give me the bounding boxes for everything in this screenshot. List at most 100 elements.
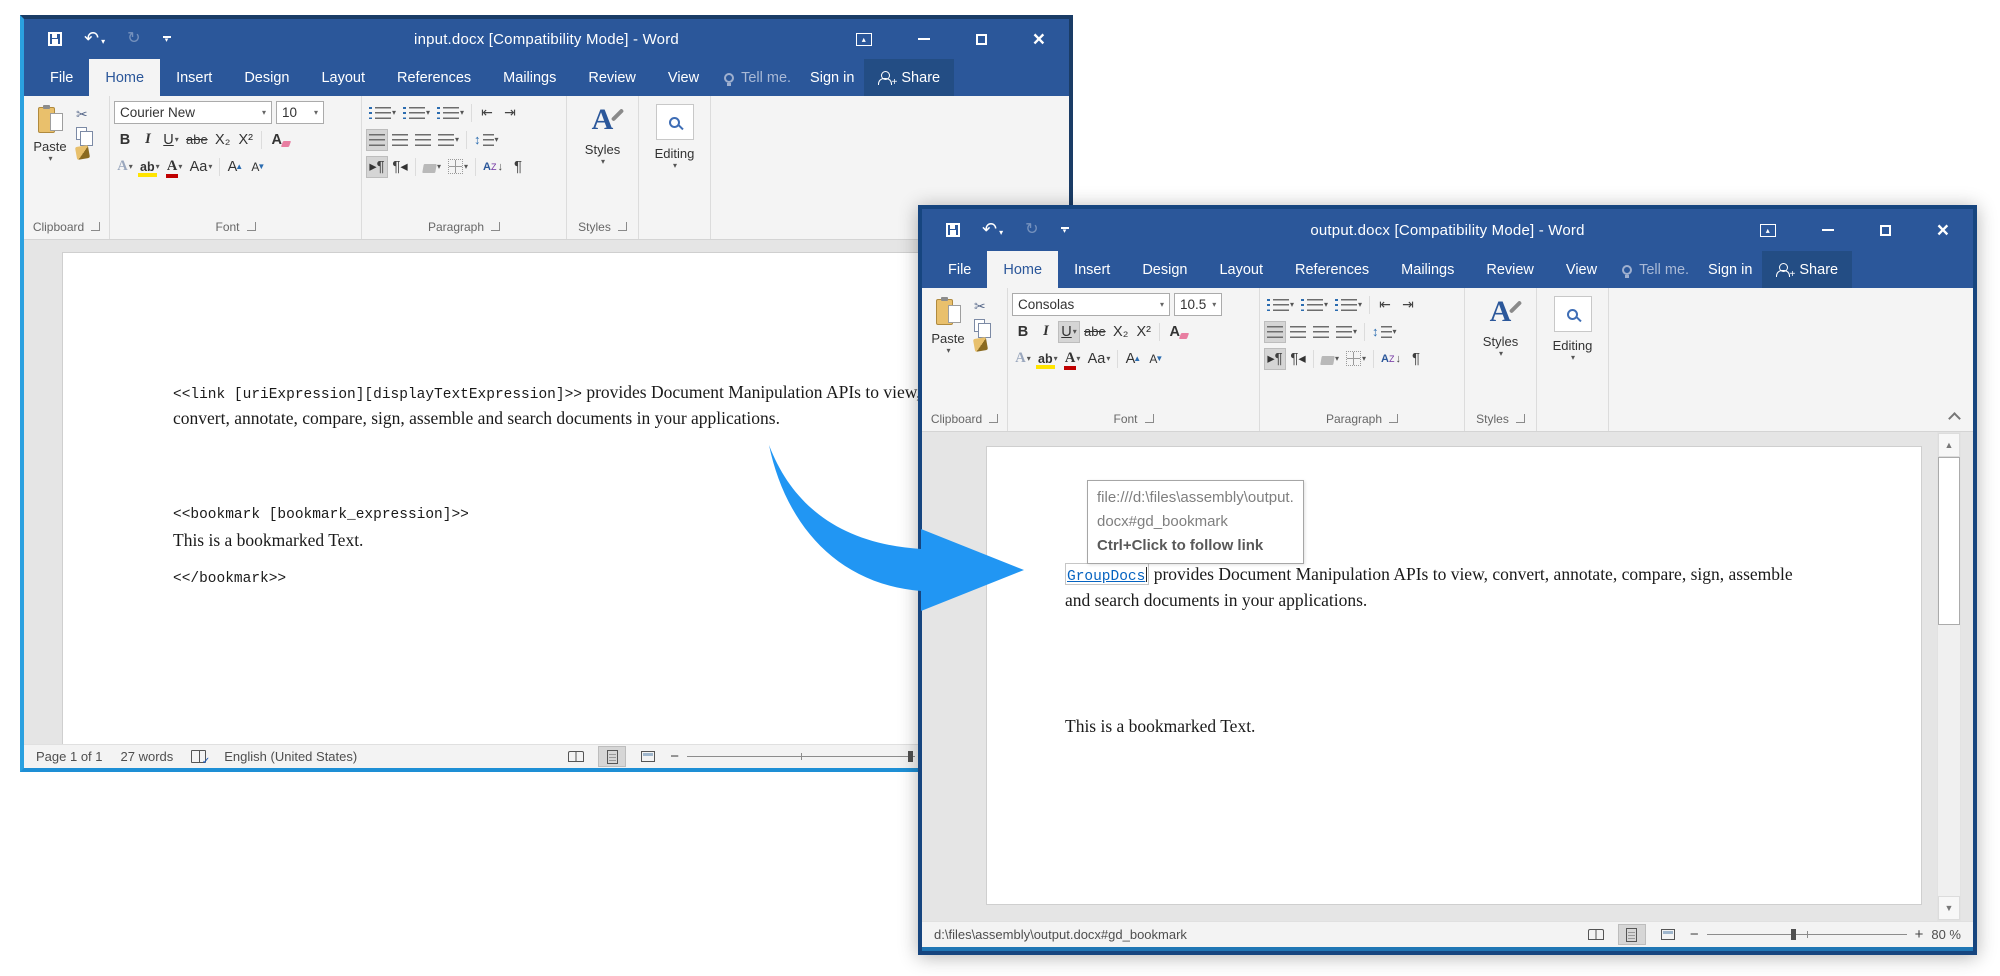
tab-mailings[interactable]: Mailings xyxy=(1385,251,1470,288)
tell-me-box[interactable]: Tell me. xyxy=(715,59,800,96)
undo-dropdown-icon[interactable]: ▾ xyxy=(101,37,105,46)
tab-insert[interactable]: Insert xyxy=(160,59,228,96)
styles-dialog-launcher[interactable] xyxy=(1516,414,1525,423)
document-page[interactable]: file:///d:\files\assembly\output. docx#g… xyxy=(986,446,1922,905)
undo-button[interactable]: ↶▾ xyxy=(84,29,105,49)
clipboard-dialog-launcher[interactable] xyxy=(91,222,100,231)
text-effects-button[interactable]: A▾ xyxy=(1012,348,1034,370)
multilevel-list-button[interactable]: ▾ xyxy=(1332,294,1365,316)
tab-layout[interactable]: Layout xyxy=(305,59,381,96)
tab-design[interactable]: Design xyxy=(228,59,305,96)
shading-button[interactable]: ▾ xyxy=(1318,348,1342,370)
tab-layout[interactable]: Layout xyxy=(1203,251,1279,288)
tab-home[interactable]: Home xyxy=(987,251,1058,288)
decrease-indent-button[interactable]: ⇤ xyxy=(476,102,498,124)
rtl-direction-button[interactable]: ¶◂ xyxy=(389,156,411,178)
zoom-slider-thumb[interactable] xyxy=(1791,929,1796,940)
clipboard-dialog-launcher[interactable] xyxy=(989,414,998,423)
title-bar[interactable]: ↶▾ ↻ ▾ output.docx [Compatibility Mode] … xyxy=(922,209,1973,251)
paste-button[interactable]: Paste ▾ xyxy=(28,99,72,214)
minimize-icon[interactable] xyxy=(918,38,930,40)
ribbon-display-options-icon[interactable]: ▴ xyxy=(856,33,872,46)
justify-button[interactable]: ▾ xyxy=(1333,321,1360,343)
zoom-slider[interactable] xyxy=(687,756,915,757)
web-layout-button[interactable] xyxy=(1654,924,1682,945)
editing-button[interactable]: Editing ▾ xyxy=(1541,291,1604,362)
tab-references[interactable]: References xyxy=(381,59,487,96)
tab-review[interactable]: Review xyxy=(572,59,652,96)
numbering-button[interactable]: ▾ xyxy=(400,102,433,124)
clear-formatting-button[interactable]: A xyxy=(1164,321,1186,343)
bullets-button[interactable]: ▾ xyxy=(1264,294,1297,316)
zoom-slider[interactable] xyxy=(1707,934,1907,935)
bold-button[interactable]: B xyxy=(1012,321,1034,343)
strikethrough-button[interactable]: abe xyxy=(183,129,211,151)
undo-button[interactable]: ↶▾ xyxy=(982,220,1003,240)
tab-file[interactable]: File xyxy=(34,59,89,96)
font-size-combo[interactable]: 10.5▾ xyxy=(1174,293,1222,316)
align-left-button[interactable] xyxy=(366,129,388,151)
maximize-icon[interactable] xyxy=(976,34,987,45)
print-layout-button[interactable] xyxy=(1618,924,1646,945)
styles-dropdown-icon[interactable]: ▾ xyxy=(1499,349,1503,358)
language-indicator[interactable]: English (United States) xyxy=(224,749,357,764)
proofing-check-icon[interactable] xyxy=(191,750,206,763)
format-painter-icon[interactable] xyxy=(973,337,988,352)
sign-in-button[interactable]: Sign in xyxy=(800,59,864,96)
share-button[interactable]: +Share xyxy=(1762,251,1852,288)
tab-insert[interactable]: Insert xyxy=(1058,251,1126,288)
font-dialog-launcher[interactable] xyxy=(1145,414,1154,423)
decrease-indent-button[interactable]: ⇤ xyxy=(1374,294,1396,316)
line-spacing-button[interactable]: ↕▾ xyxy=(471,129,502,151)
styles-button[interactable]: A Styles ▾ xyxy=(1469,291,1532,358)
tab-home[interactable]: Home xyxy=(89,59,160,96)
italic-button[interactable]: I xyxy=(137,129,159,151)
maximize-icon[interactable] xyxy=(1880,225,1891,236)
italic-button[interactable]: I xyxy=(1035,321,1057,343)
tab-review[interactable]: Review xyxy=(1470,251,1550,288)
editing-button[interactable]: Editing ▾ xyxy=(643,99,706,170)
line-spacing-button[interactable]: ↕▾ xyxy=(1369,321,1400,343)
vertical-scrollbar[interactable]: ▲ ▼ xyxy=(1937,432,1961,921)
highlight-button[interactable]: ab▾ xyxy=(137,156,163,178)
redo-icon[interactable]: ↻ xyxy=(1025,222,1038,238)
web-layout-button[interactable] xyxy=(634,746,662,767)
superscript-button[interactable]: X² xyxy=(235,129,257,151)
shrink-font-button[interactable]: A▼ xyxy=(1145,348,1167,370)
paste-dropdown-icon[interactable]: ▾ xyxy=(48,154,52,163)
zoom-in-button[interactable]: + xyxy=(1915,926,1924,943)
print-layout-button[interactable] xyxy=(598,746,626,767)
scroll-down-icon[interactable]: ▼ xyxy=(1938,896,1960,920)
paste-dropdown-icon[interactable]: ▾ xyxy=(946,346,950,355)
customize-qat-icon[interactable]: ▾ xyxy=(1061,227,1069,234)
sort-button[interactable]: AZ↓ xyxy=(480,156,506,178)
scrollbar-thumb[interactable] xyxy=(1938,457,1960,625)
copy-icon[interactable] xyxy=(974,319,985,332)
cut-icon[interactable]: ✂ xyxy=(76,107,89,121)
align-right-button[interactable] xyxy=(412,129,434,151)
font-color-button[interactable]: A▾ xyxy=(1062,348,1084,370)
close-icon[interactable]: × xyxy=(1937,220,1949,241)
styles-dialog-launcher[interactable] xyxy=(618,222,627,231)
subscript-button[interactable]: X₂ xyxy=(212,129,234,151)
redo-icon[interactable]: ↻ xyxy=(127,31,140,47)
grow-font-button[interactable]: A▲ xyxy=(224,156,246,178)
collapse-ribbon-icon[interactable] xyxy=(1948,412,1961,425)
strikethrough-button[interactable]: abe xyxy=(1081,321,1109,343)
editing-dropdown-icon[interactable]: ▾ xyxy=(673,161,677,170)
page-indicator[interactable]: Page 1 of 1 xyxy=(36,749,103,764)
multilevel-list-button[interactable]: ▾ xyxy=(434,102,467,124)
underline-button[interactable]: U▾ xyxy=(1058,321,1080,343)
read-mode-button[interactable] xyxy=(1582,924,1610,945)
tab-mailings[interactable]: Mailings xyxy=(487,59,572,96)
subscript-button[interactable]: X₂ xyxy=(1110,321,1132,343)
ltr-direction-button[interactable]: ▸¶ xyxy=(1264,348,1286,370)
text-effects-button[interactable]: A▾ xyxy=(114,156,136,178)
zoom-out-button[interactable]: − xyxy=(670,748,679,765)
font-name-combo[interactable]: Courier New▾ xyxy=(114,101,272,124)
sort-button[interactable]: AZ↓ xyxy=(1378,348,1404,370)
rtl-direction-button[interactable]: ¶◂ xyxy=(1287,348,1309,370)
increase-indent-button[interactable]: ⇥ xyxy=(499,102,521,124)
font-size-combo[interactable]: 10▾ xyxy=(276,101,324,124)
justify-button[interactable]: ▾ xyxy=(435,129,462,151)
